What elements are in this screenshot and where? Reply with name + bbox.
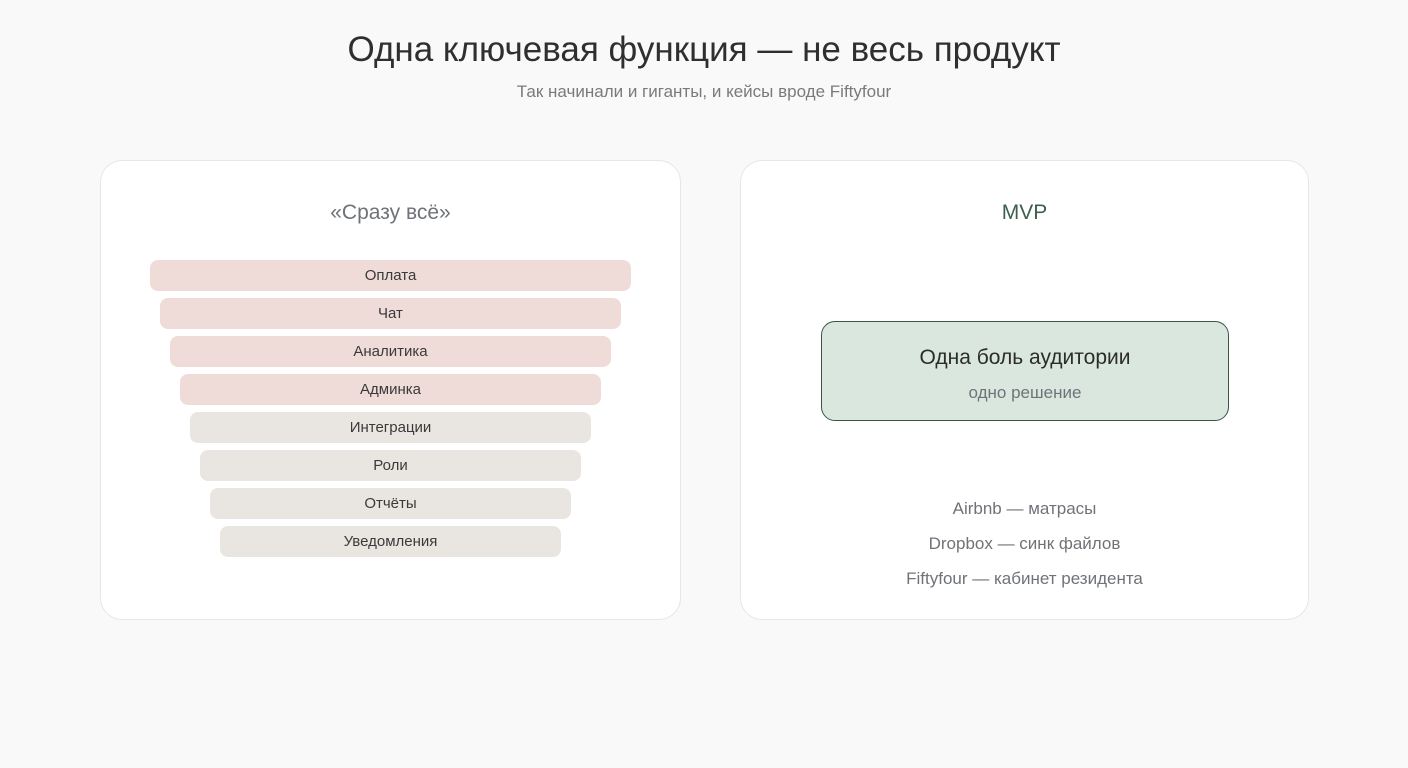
page-title: Одна ключевая функция — не весь продукт [347,30,1061,69]
all-at-once-card: «Сразу всё» Оплата Чат Аналитика Админка Инт… [100,160,681,620]
mvp-card: MVP Одна боль аудитории одно решение Air… [740,160,1309,620]
feature-pill: Чат [160,298,621,329]
example-item: Fiftyfour — кабинет резидента [906,569,1143,588]
feature-pill: Уведомления [220,526,561,557]
core-solution-main: Одна боль аудитории [919,346,1131,369]
core-solution-sub: одно решение [968,383,1082,402]
feature-pill: Админка [180,374,601,405]
feature-pill: Роли [200,450,581,481]
example-item: Airbnb — матрасы [952,499,1097,518]
feature-pill: Аналитика [170,336,611,367]
feature-stack: Оплата Чат Аналитика Админка Интеграции Роли О… [101,260,680,560]
page-subtitle: Так начинали и гиганты, и кейсы вроде Fi… [516,82,892,101]
feature-pill: Интеграции [190,412,591,443]
feature-pill: Оплата [150,260,631,291]
all-at-once-title: «Сразу всё» [330,201,451,224]
core-solution-box: Одна боль аудитории одно решение [821,321,1229,421]
example-item: Dropbox — синк файлов [928,534,1121,553]
page: Одна ключевая функция — не весь продукт … [0,0,1408,768]
feature-pill: Отчёты [210,488,571,519]
mvp-title: MVP [1001,201,1048,224]
example-list: Airbnb — матрасы Dropbox — синк файлов Fif… [741,491,1308,596]
